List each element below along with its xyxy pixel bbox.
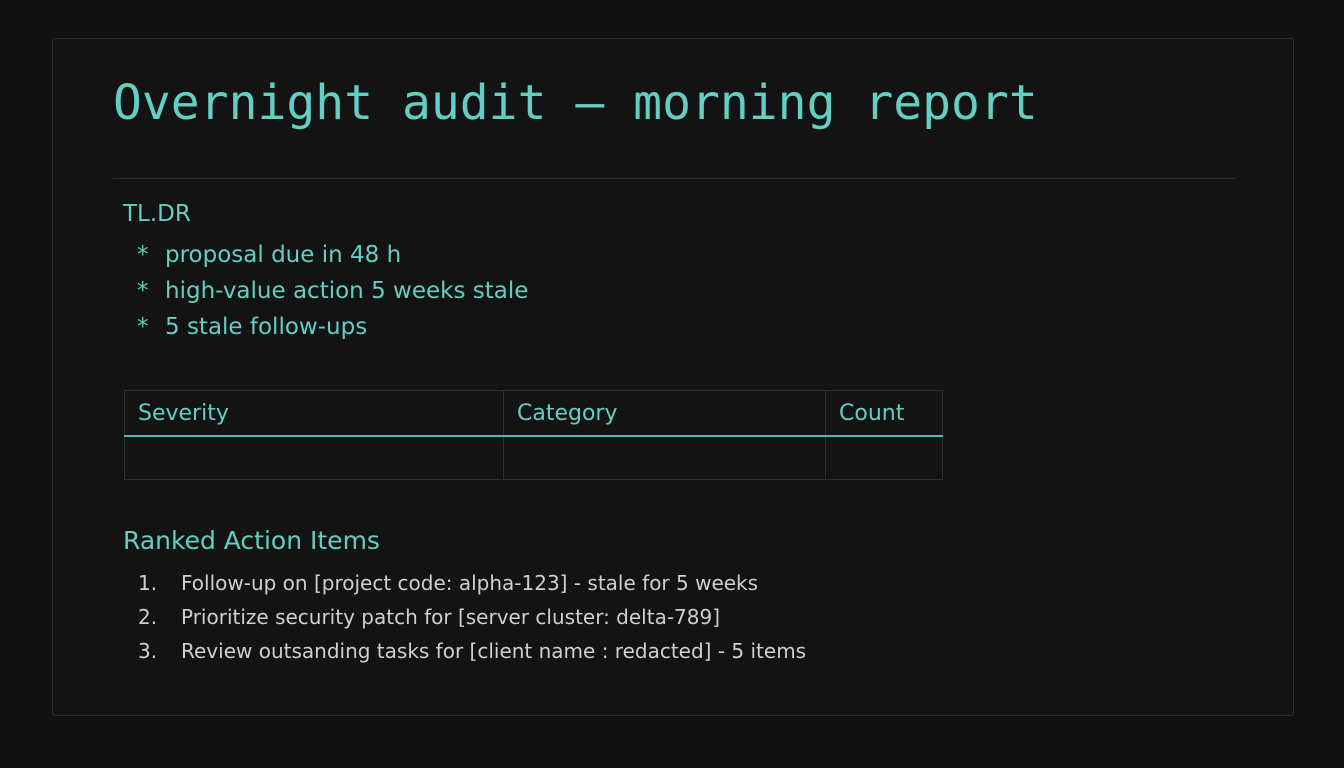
item-text: Prioritize security patch for [server cl… xyxy=(181,605,721,629)
bullet-star: * xyxy=(137,278,149,304)
item-number: 3. xyxy=(138,639,158,663)
column-header-severity: Severity xyxy=(124,390,504,437)
table-row xyxy=(124,435,943,480)
tldr-item-text: 5 stale follow-ups xyxy=(165,314,368,340)
tldr-item: * high-value action 5 weeks stale xyxy=(137,273,528,309)
tldr-item-text: high-value action 5 weeks stale xyxy=(165,278,529,304)
bullet-star: * xyxy=(137,242,149,268)
table-header-row: Severity Category Count xyxy=(124,390,943,437)
column-header-count: Count xyxy=(825,390,943,437)
ranked-action-items-list: 1. Follow-up on [project code: alpha-123]… xyxy=(138,566,806,668)
list-item: 2. Prioritize security patch for [server … xyxy=(138,600,806,634)
list-item: 3. Review outsanding tasks for [client na… xyxy=(138,634,806,668)
title-divider xyxy=(113,178,1235,179)
tldr-item-text: proposal due in 48 h xyxy=(165,242,402,268)
item-text: Review outsanding tasks for [client name… xyxy=(181,639,807,663)
item-number: 2. xyxy=(138,605,158,629)
column-header-category: Category xyxy=(503,390,826,437)
ranked-action-items-heading: Ranked Action Items xyxy=(123,526,380,555)
item-number: 1. xyxy=(138,571,158,595)
tldr-item: * 5 stale follow-ups xyxy=(137,309,528,345)
severity-summary-table: Severity Category Count xyxy=(124,390,943,480)
table-cell-severity xyxy=(124,435,504,480)
tldr-heading: TL.DR xyxy=(123,201,191,227)
report-title: Overnight audit — morning report xyxy=(113,75,1038,131)
list-item: 1. Follow-up on [project code: alpha-123]… xyxy=(138,566,806,600)
table-cell-count xyxy=(825,435,943,480)
tldr-item: * proposal due in 48 h xyxy=(137,237,528,273)
tldr-list: * proposal due in 48 h * high-value action… xyxy=(137,237,528,345)
bullet-star: * xyxy=(137,314,149,340)
report-panel: Overnight audit — morning report TL.DR *… xyxy=(52,38,1294,716)
item-text: Follow-up on [project code: alpha-123] -… xyxy=(181,571,759,595)
table-cell-category xyxy=(503,435,826,480)
